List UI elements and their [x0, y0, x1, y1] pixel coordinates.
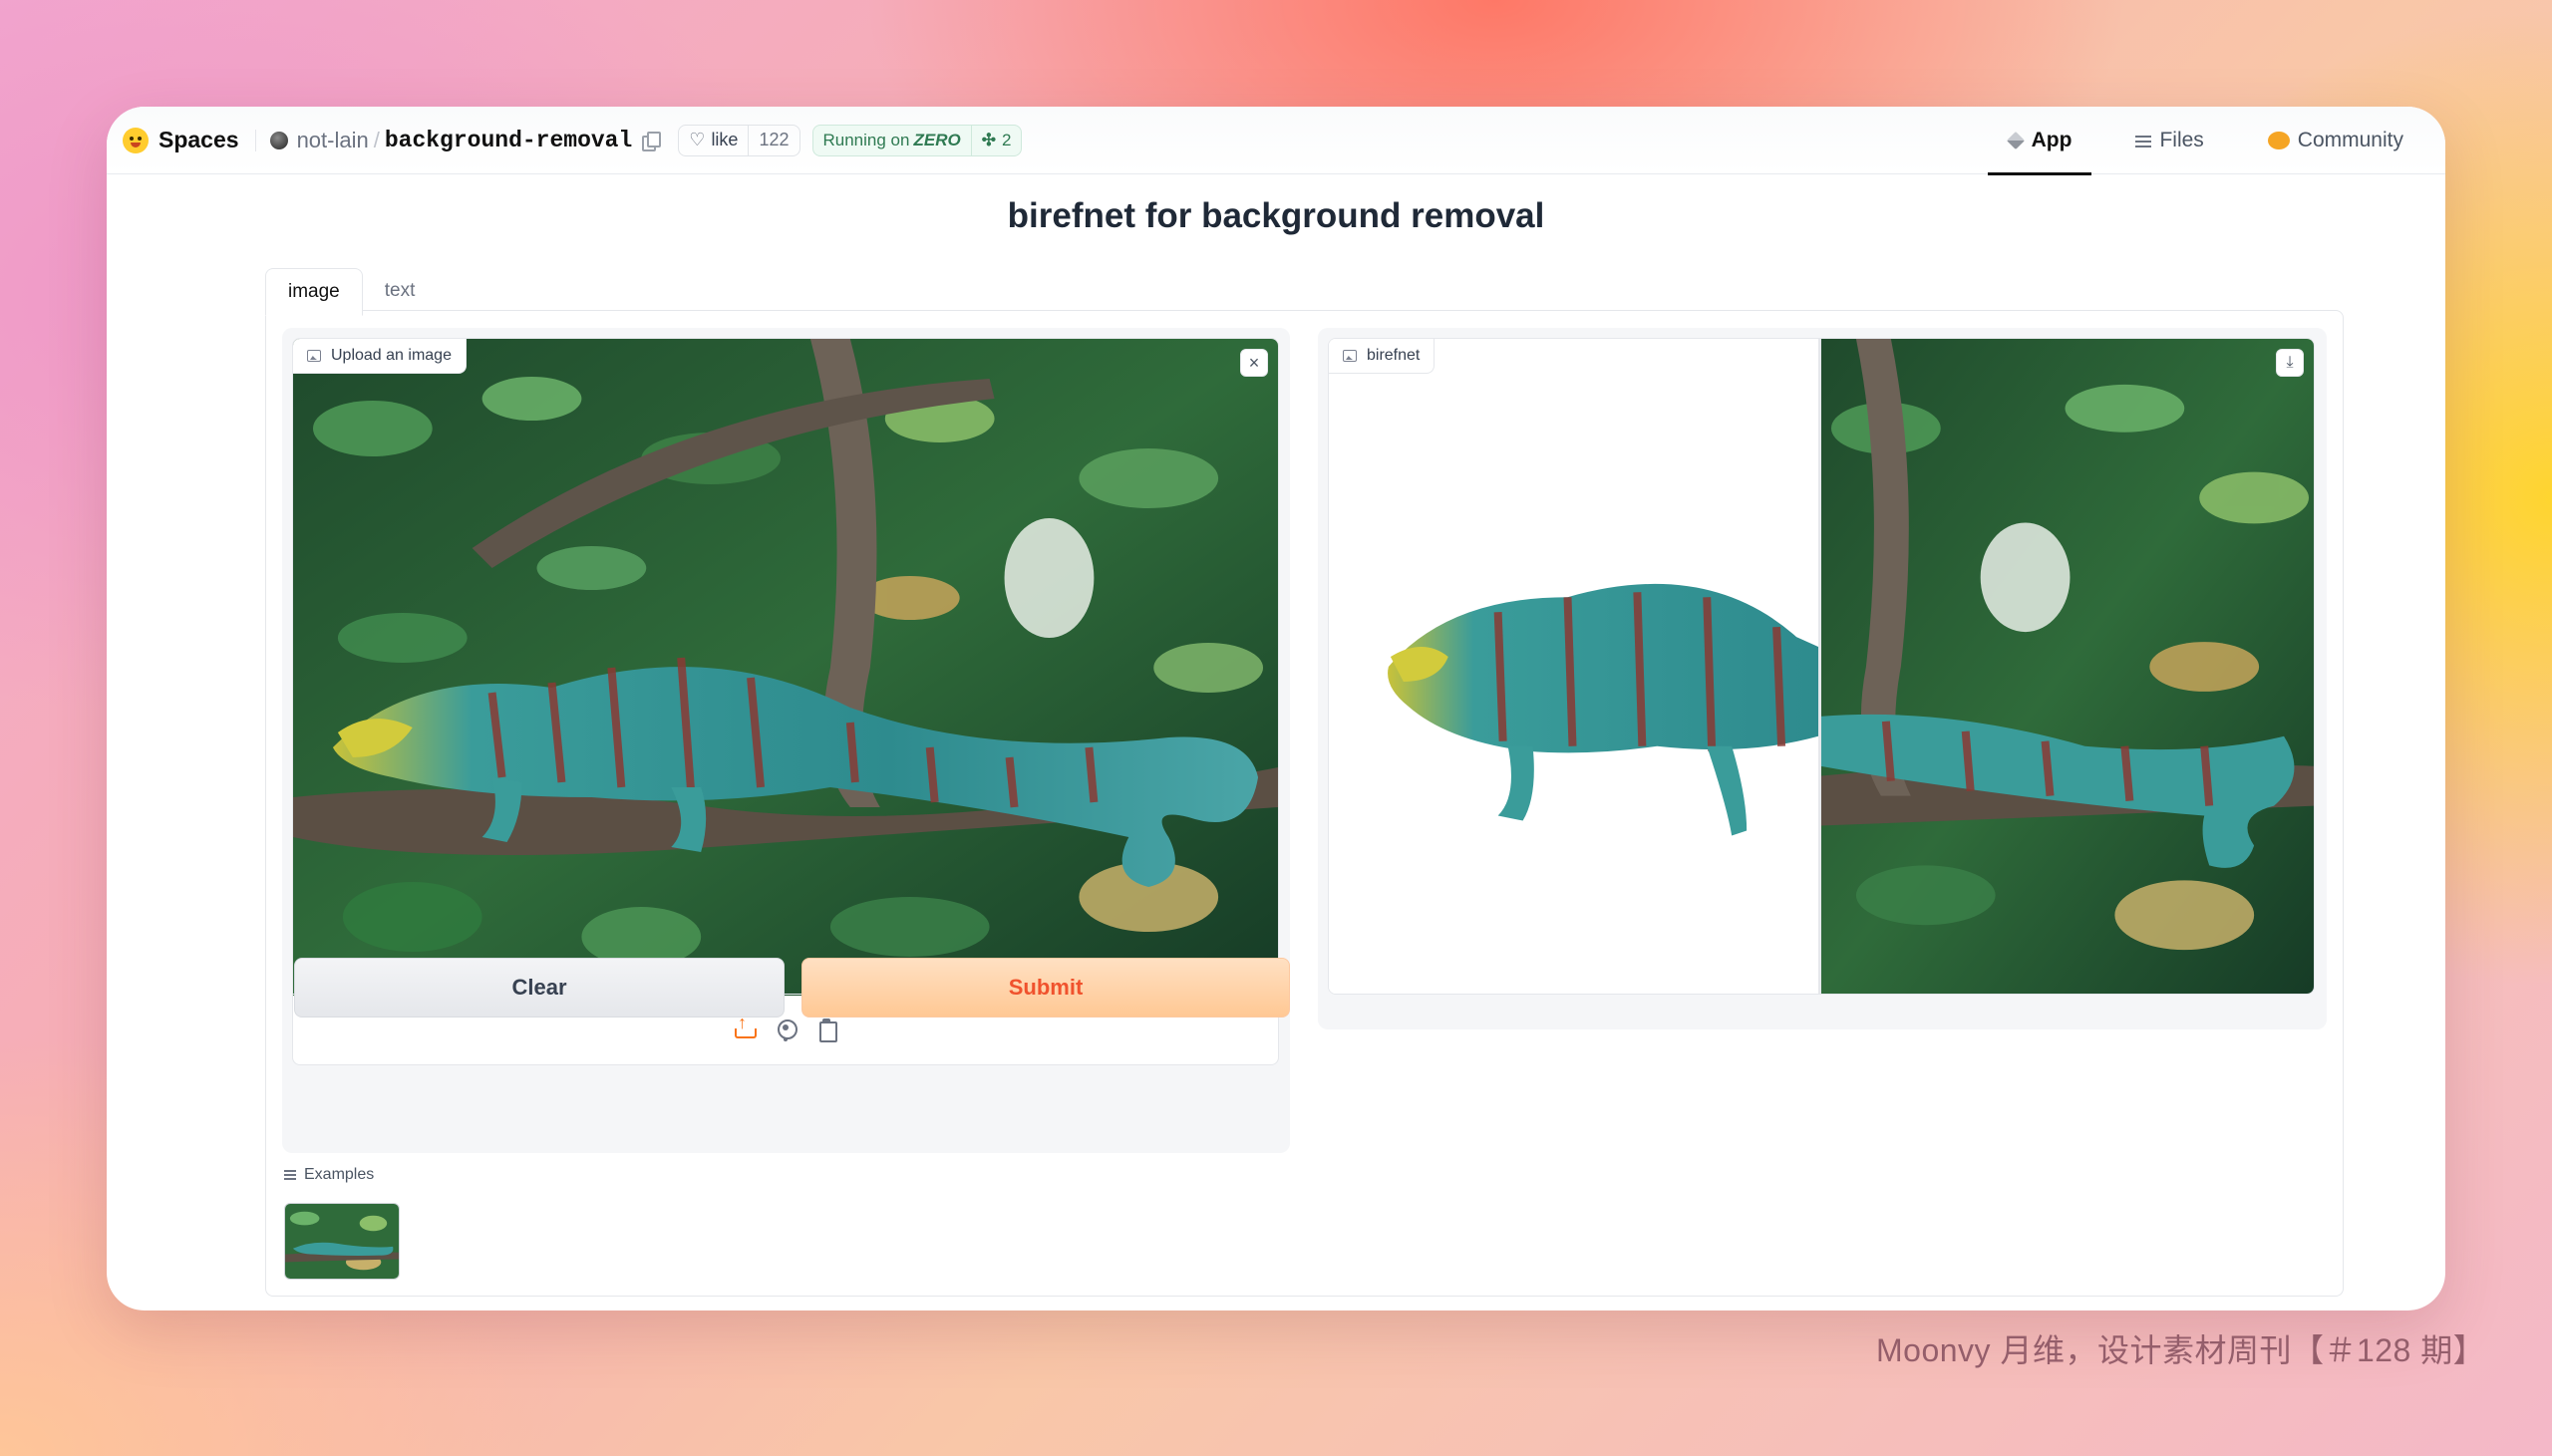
like-button[interactable]: ♡ like 122: [678, 124, 800, 156]
running-label: Running on: [822, 130, 910, 149]
like-count[interactable]: 122: [748, 125, 798, 155]
example-item[interactable]: [284, 1203, 400, 1280]
like-label: like: [711, 130, 739, 149]
owner-link[interactable]: not-lain: [297, 128, 369, 153]
spaces-link[interactable]: Spaces: [159, 127, 239, 153]
page-title: birefnet for background removal: [1007, 196, 1545, 235]
tab-community[interactable]: Community: [2248, 107, 2423, 174]
clear-button[interactable]: Clear: [294, 958, 785, 1018]
input-label-text: Upload an image: [331, 347, 452, 364]
tab-text[interactable]: text: [363, 268, 438, 316]
replicas-count: 2: [1001, 130, 1012, 149]
tab-files[interactable]: Files: [2115, 107, 2223, 174]
cube-icon: [2006, 131, 2025, 150]
copy-icon[interactable]: [642, 132, 662, 151]
heart-icon: ♡: [689, 130, 706, 149]
divider: [254, 129, 256, 151]
watermark-credit: Moonvy 月维，设计素材周刊【＃128 期】: [1876, 1332, 2486, 1368]
upload-icon[interactable]: [733, 1013, 757, 1040]
uploaded-image[interactable]: [293, 339, 1278, 996]
running-status-badge[interactable]: Running on ZERO ✣ 2: [811, 124, 1023, 156]
webcam-icon[interactable]: [775, 1019, 798, 1040]
image-icon: [1343, 350, 1357, 362]
input-column: Upload an image ×: [282, 328, 1290, 1153]
download-icon[interactable]: ⤓: [2276, 349, 2304, 377]
community-icon: [2267, 132, 2290, 149]
submit-button[interactable]: Submit: [801, 958, 1290, 1018]
tab-community-label: Community: [2297, 129, 2403, 151]
clipboard-icon[interactable]: [816, 1019, 838, 1042]
image-upload[interactable]: Upload an image ×: [292, 338, 1279, 1065]
hardware-label: ZERO: [913, 130, 961, 149]
input-label: Upload an image: [293, 339, 467, 374]
output-label-text: birefnet: [1367, 347, 1421, 364]
tab-app-label: App: [2031, 129, 2073, 151]
path-separator: /: [373, 127, 380, 152]
chameleon-photo: [293, 339, 1278, 996]
files-icon: [2135, 134, 2152, 147]
huggingface-logo-icon[interactable]: [123, 127, 149, 153]
image-slider-output[interactable]: birefnet ⤓: [1328, 338, 2315, 995]
tab-files-label: Files: [2159, 129, 2204, 151]
top-navbar: Spaces not-lain / background-removal ♡ l…: [107, 107, 2445, 175]
image-icon: [307, 350, 321, 362]
close-icon[interactable]: ×: [1240, 349, 1268, 377]
replicas-icon: ✣: [981, 130, 996, 149]
avatar[interactable]: [269, 131, 288, 149]
space-tabs: App Files Community: [1987, 107, 2423, 175]
browser-window: Spaces not-lain / background-removal ♡ l…: [107, 107, 2445, 1310]
mode-tabs: image text: [265, 268, 437, 316]
comparison-slider-handle[interactable]: [1818, 339, 1821, 994]
list-icon: [284, 1170, 296, 1180]
output-column: birefnet ⤓: [1318, 328, 2327, 1029]
tab-image[interactable]: image: [265, 268, 363, 316]
output-label: birefnet: [1329, 339, 1436, 374]
examples-label: Examples: [304, 1166, 375, 1183]
example-thumbnail: [285, 1204, 399, 1279]
repo-name-link[interactable]: background-removal: [385, 128, 632, 153]
tab-app[interactable]: App: [1987, 107, 2092, 175]
examples-header: Examples: [284, 1166, 374, 1184]
comparison-image: [1329, 339, 2314, 994]
